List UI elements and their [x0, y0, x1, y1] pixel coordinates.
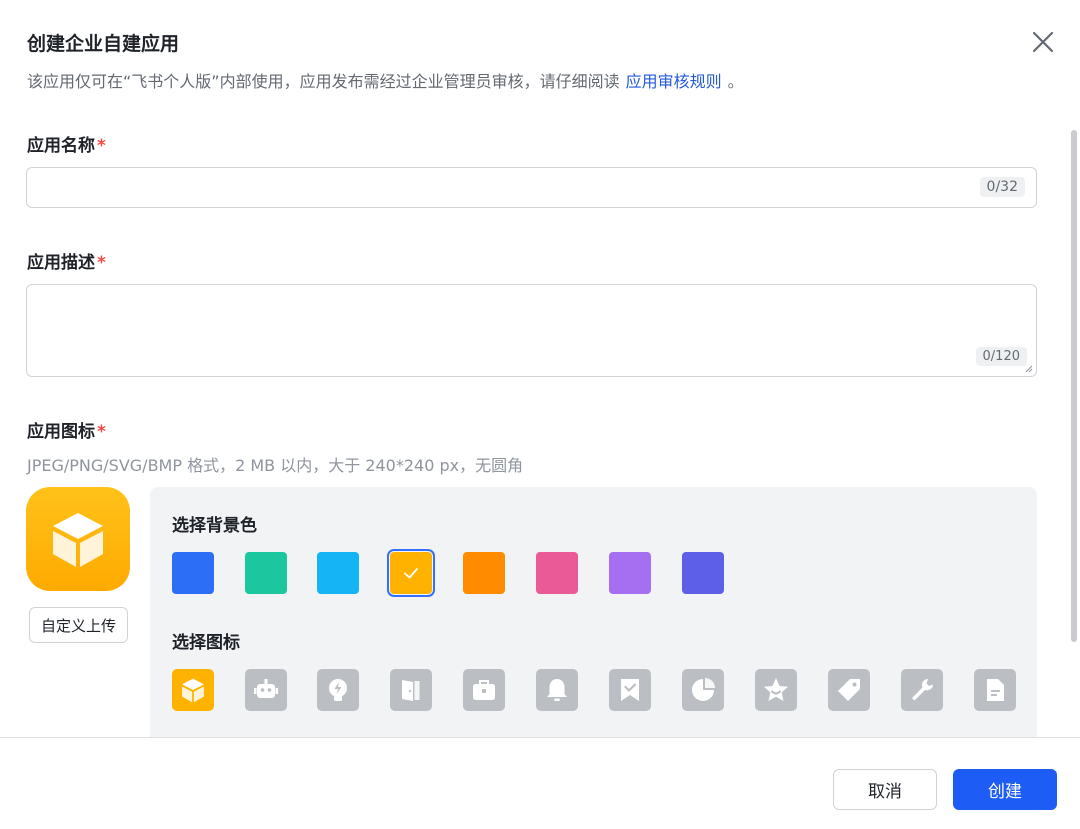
app-desc-label: 应用描述 * [27, 248, 106, 273]
icon-option-bell[interactable] [536, 669, 578, 711]
icon-option-wrench[interactable] [901, 669, 943, 711]
app-name-input[interactable]: 0/32 [26, 167, 1037, 208]
wrench-icon [912, 678, 933, 701]
briefcase-icon [473, 680, 495, 700]
icon-option-cube[interactable] [172, 669, 214, 711]
cube-icon [53, 513, 103, 567]
lightbulb-icon [329, 679, 347, 701]
pie-chart-icon [692, 678, 715, 701]
char-counter: 0/32 [979, 177, 1025, 197]
icon-option-star-badge[interactable] [755, 669, 797, 711]
custom-upload-button[interactable]: 自定义上传 [29, 607, 128, 643]
icon-choice-label: 选择图标 [172, 633, 240, 653]
scrollbar[interactable] [1071, 130, 1077, 642]
char-counter: 0/120 [975, 347, 1027, 366]
icon-option-tag[interactable] [828, 669, 870, 711]
app-name-label-text: 应用名称 [27, 136, 95, 156]
color-swatch-pink[interactable] [536, 552, 578, 594]
review-rules-link[interactable]: 应用审核规则 [626, 72, 722, 91]
close-button[interactable] [1029, 28, 1057, 56]
required-mark: * [97, 253, 106, 273]
icon-option-briefcase[interactable] [463, 669, 505, 711]
dialog-title: 创建企业自建应用 [27, 33, 180, 55]
star-badge-icon [764, 678, 788, 701]
icon-option-document[interactable] [974, 669, 1016, 711]
document-icon [987, 679, 1004, 701]
icon-option-lightbulb[interactable] [317, 669, 359, 711]
bell-icon [547, 679, 567, 701]
subtitle-text: 该应用仅可在“飞书个人版”内部使用，应用发布需经过企业管理员审核，请仔细阅读 [27, 72, 620, 91]
required-mark: * [97, 136, 106, 156]
color-swatch-blue[interactable] [172, 552, 214, 594]
app-icon-label: 应用图标 * [27, 417, 106, 442]
icon-option-door[interactable] [390, 669, 432, 711]
bg-color-label: 选择背景色 [172, 516, 257, 536]
resize-handle-icon[interactable] [1024, 364, 1033, 373]
robot-icon [254, 679, 278, 698]
close-icon [1032, 31, 1054, 53]
icon-format-hint: JPEG/PNG/SVG/BMP 格式，2 MB 以内，大于 240*240 p… [27, 456, 524, 475]
dialog-subtitle: 该应用仅可在“飞书个人版”内部使用，应用发布需经过企业管理员审核，请仔细阅读 应用… [27, 68, 744, 92]
icon-option-bookmark-check[interactable] [609, 669, 651, 711]
color-swatch-teal[interactable] [245, 552, 287, 594]
app-icon-label-text: 应用图标 [27, 422, 95, 442]
color-swatch-orange[interactable] [463, 552, 505, 594]
color-swatch-yellow[interactable] [387, 549, 435, 597]
required-mark: * [97, 422, 106, 442]
create-app-dialog: 创建企业自建应用 该应用仅可在“飞书个人版”内部使用，应用发布需经过企业管理员审… [0, 0, 1080, 829]
app-desc-label-text: 应用描述 [27, 253, 95, 273]
app-name-label: 应用名称 * [27, 131, 106, 156]
tag-icon [838, 679, 860, 701]
check-icon [404, 568, 418, 579]
color-swatch-purple[interactable] [609, 552, 651, 594]
icon-option-pie-chart[interactable] [682, 669, 724, 711]
app-icon-preview [26, 487, 130, 591]
color-swatch-indigo[interactable] [682, 552, 724, 594]
cube-icon [182, 678, 204, 703]
subtitle-period: 。 [727, 72, 744, 91]
cancel-button[interactable]: 取消 [833, 769, 937, 810]
bookmark-check-icon [621, 679, 639, 701]
create-button[interactable]: 创建 [953, 769, 1057, 810]
icon-option-robot[interactable] [245, 669, 287, 711]
icon-picker-panel: 选择背景色 选择图标 [150, 487, 1037, 737]
door-icon [402, 680, 420, 701]
color-swatch-sky[interactable] [317, 552, 359, 594]
app-desc-textarea[interactable]: 0/120 [26, 284, 1037, 377]
dialog-footer: 取消 创建 [0, 737, 1080, 829]
